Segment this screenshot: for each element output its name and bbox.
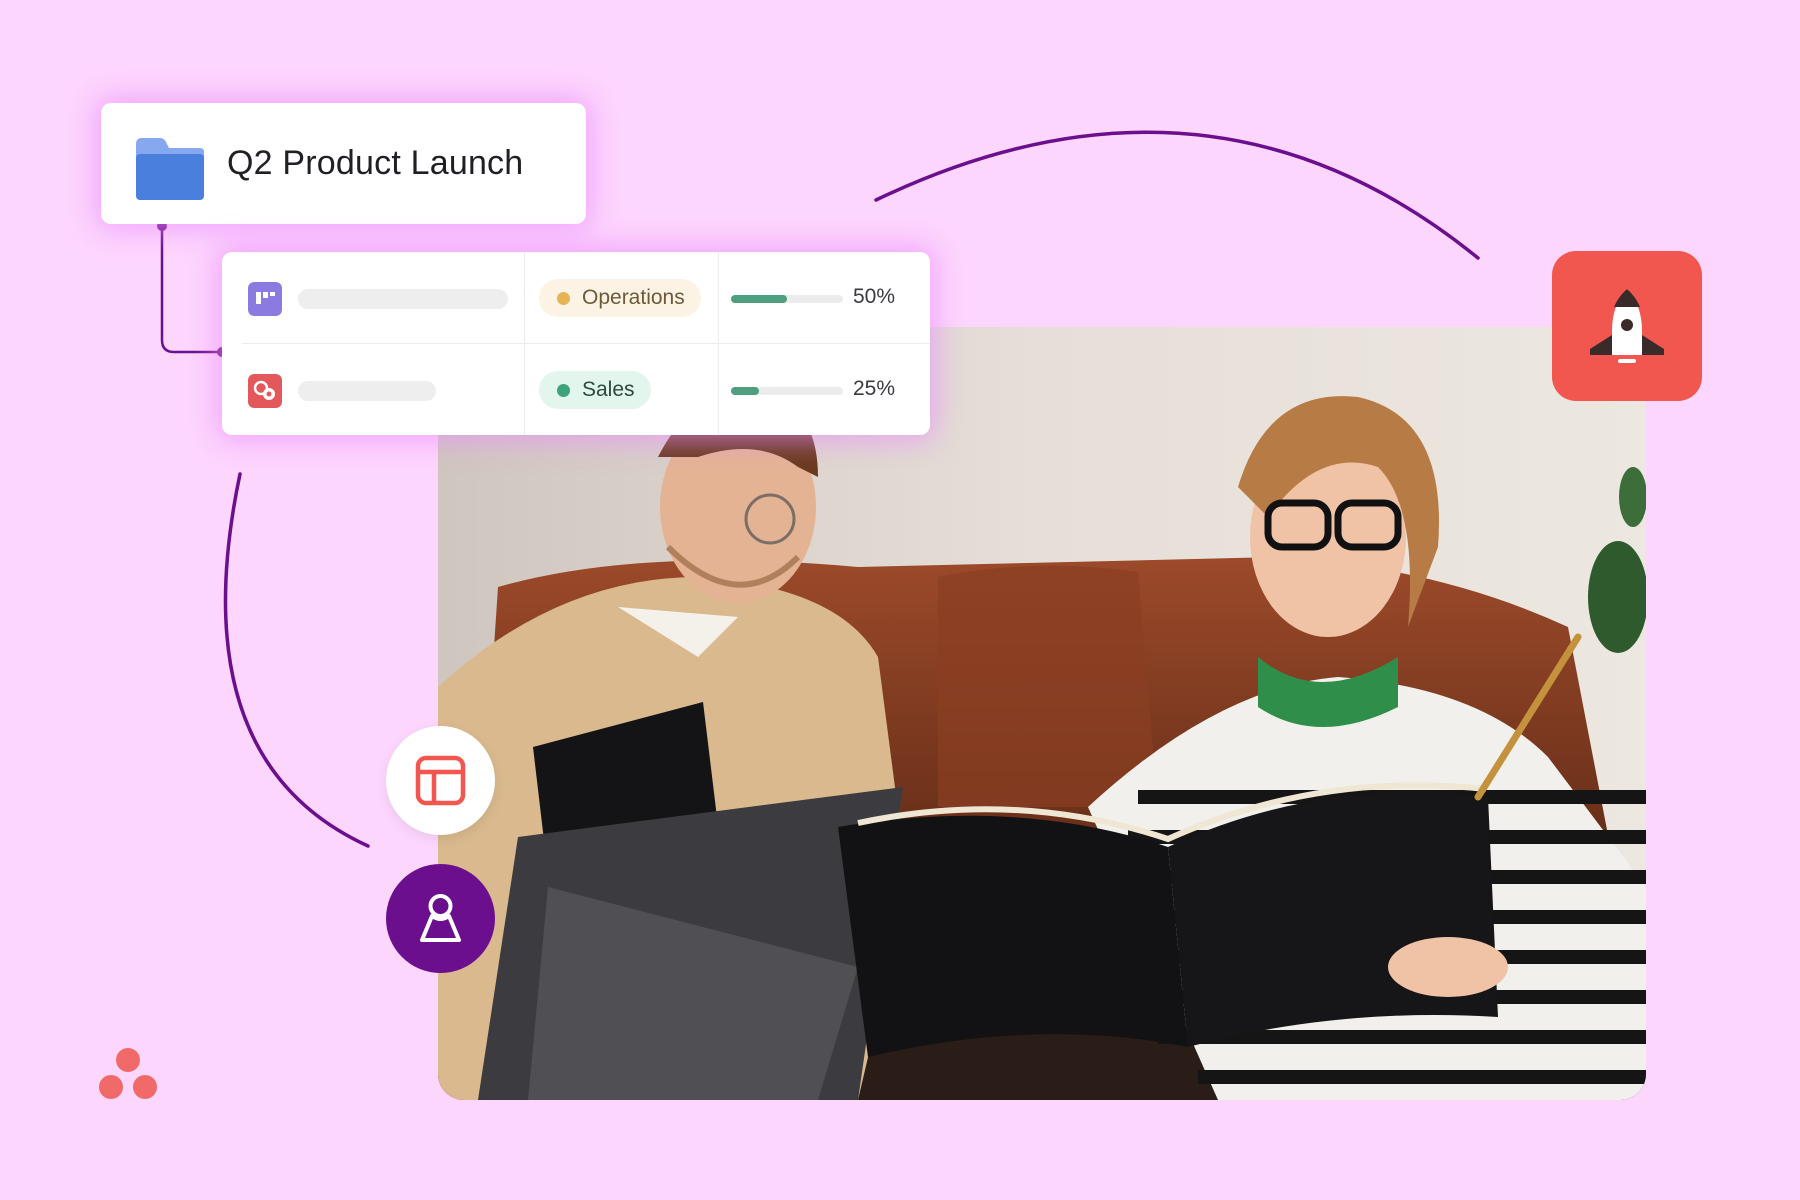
task-name-placeholder <box>298 381 436 401</box>
hero-illustration: Q2 Product Launch Operations 50% Sales 2… <box>0 0 1800 1200</box>
folder-icon <box>136 138 204 200</box>
rocket-tile[interactable] <box>1552 251 1702 401</box>
progress-label: 50% <box>853 285 896 308</box>
top-arc <box>874 130 1480 260</box>
user-icon <box>420 894 461 942</box>
tag-dot <box>557 383 570 397</box>
progress-label: 25% <box>853 377 896 400</box>
progress-bar <box>731 295 843 303</box>
table-row[interactable]: Sales 25% <box>222 344 930 435</box>
status-tag[interactable]: Operations <box>539 279 701 317</box>
status-tag[interactable]: Sales <box>539 371 651 409</box>
task-table: Operations 50% Sales 25% <box>222 252 930 435</box>
rocket-icon <box>1590 289 1664 363</box>
progress-bar <box>731 387 843 395</box>
tag-label: Sales <box>582 378 635 401</box>
project-card[interactable]: Q2 Product Launch <box>101 103 586 224</box>
layout-icon <box>415 755 466 806</box>
project-title: Q2 Product Launch <box>227 144 524 182</box>
tag-label: Operations <box>582 286 685 309</box>
team-photo-illustration <box>438 327 1646 1100</box>
task-name-placeholder <box>298 289 508 309</box>
connector-line <box>160 226 222 354</box>
tag-dot <box>557 291 570 305</box>
integration-app-icon <box>248 374 282 408</box>
board-app-icon <box>248 282 282 316</box>
progress-fill <box>731 387 759 395</box>
layout-button[interactable] <box>386 726 495 835</box>
user-button[interactable] <box>386 864 495 973</box>
brand-logo-dots <box>99 1048 157 1099</box>
team-photo <box>438 327 1646 1100</box>
left-arc <box>223 472 370 848</box>
progress-fill <box>731 295 787 303</box>
table-row[interactable]: Operations 50% <box>222 252 930 344</box>
